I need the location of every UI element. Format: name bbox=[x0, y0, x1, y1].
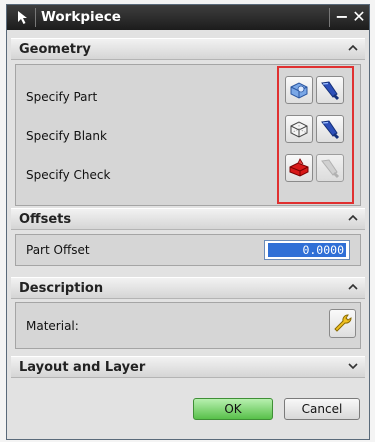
geometry-section-label: Geometry bbox=[19, 42, 91, 57]
minimize-icon: − bbox=[335, 7, 349, 26]
chevron-up-icon bbox=[348, 214, 358, 221]
offsets-section-label: Offsets bbox=[19, 212, 72, 227]
highlight-box bbox=[277, 66, 354, 204]
geometry-section-header[interactable]: Geometry bbox=[11, 38, 365, 60]
cancel-button[interactable]: Cancel bbox=[284, 398, 360, 420]
part-offset-value: 0.0000 bbox=[268, 243, 346, 257]
layout-and-layer-section-header[interactable]: Layout and Layer bbox=[11, 356, 365, 378]
offsets-section-body: Part Offset 0.0000 bbox=[15, 234, 361, 266]
description-section-label: Description bbox=[19, 281, 104, 296]
close-button[interactable]: ✕ bbox=[350, 8, 368, 26]
dialog-title: Workpiece bbox=[41, 9, 121, 25]
minimize-button[interactable]: − bbox=[333, 8, 351, 26]
title-separator bbox=[35, 8, 36, 27]
title-bar[interactable]: Workpiece − ✕ bbox=[7, 5, 369, 30]
chevron-up-icon bbox=[348, 283, 358, 290]
description-section-header[interactable]: Description bbox=[11, 277, 365, 299]
close-icon: ✕ bbox=[352, 7, 366, 26]
layout-and-layer-section-label: Layout and Layer bbox=[19, 360, 146, 375]
offsets-section-header[interactable]: Offsets bbox=[11, 208, 365, 230]
specify-blank-label: Specify Blank bbox=[26, 129, 107, 143]
workpiece-dialog: Workpiece − ✕ Geometry Specify Part Spec… bbox=[6, 4, 370, 440]
part-offset-input[interactable]: 0.0000 bbox=[264, 240, 350, 260]
cursor-arrow-icon bbox=[18, 11, 27, 24]
specify-part-label: Specify Part bbox=[26, 90, 98, 104]
title-separator-2 bbox=[329, 8, 330, 27]
part-offset-label: Part Offset bbox=[26, 243, 90, 257]
chevron-down-icon bbox=[348, 363, 358, 370]
material-label: Material: bbox=[26, 319, 79, 333]
material-button[interactable] bbox=[329, 309, 356, 338]
specify-check-label: Specify Check bbox=[26, 168, 111, 182]
ok-button[interactable]: OK bbox=[193, 398, 273, 420]
chevron-up-icon bbox=[348, 44, 358, 51]
wrench-icon bbox=[334, 314, 352, 332]
description-section-body: Material: bbox=[15, 302, 361, 349]
